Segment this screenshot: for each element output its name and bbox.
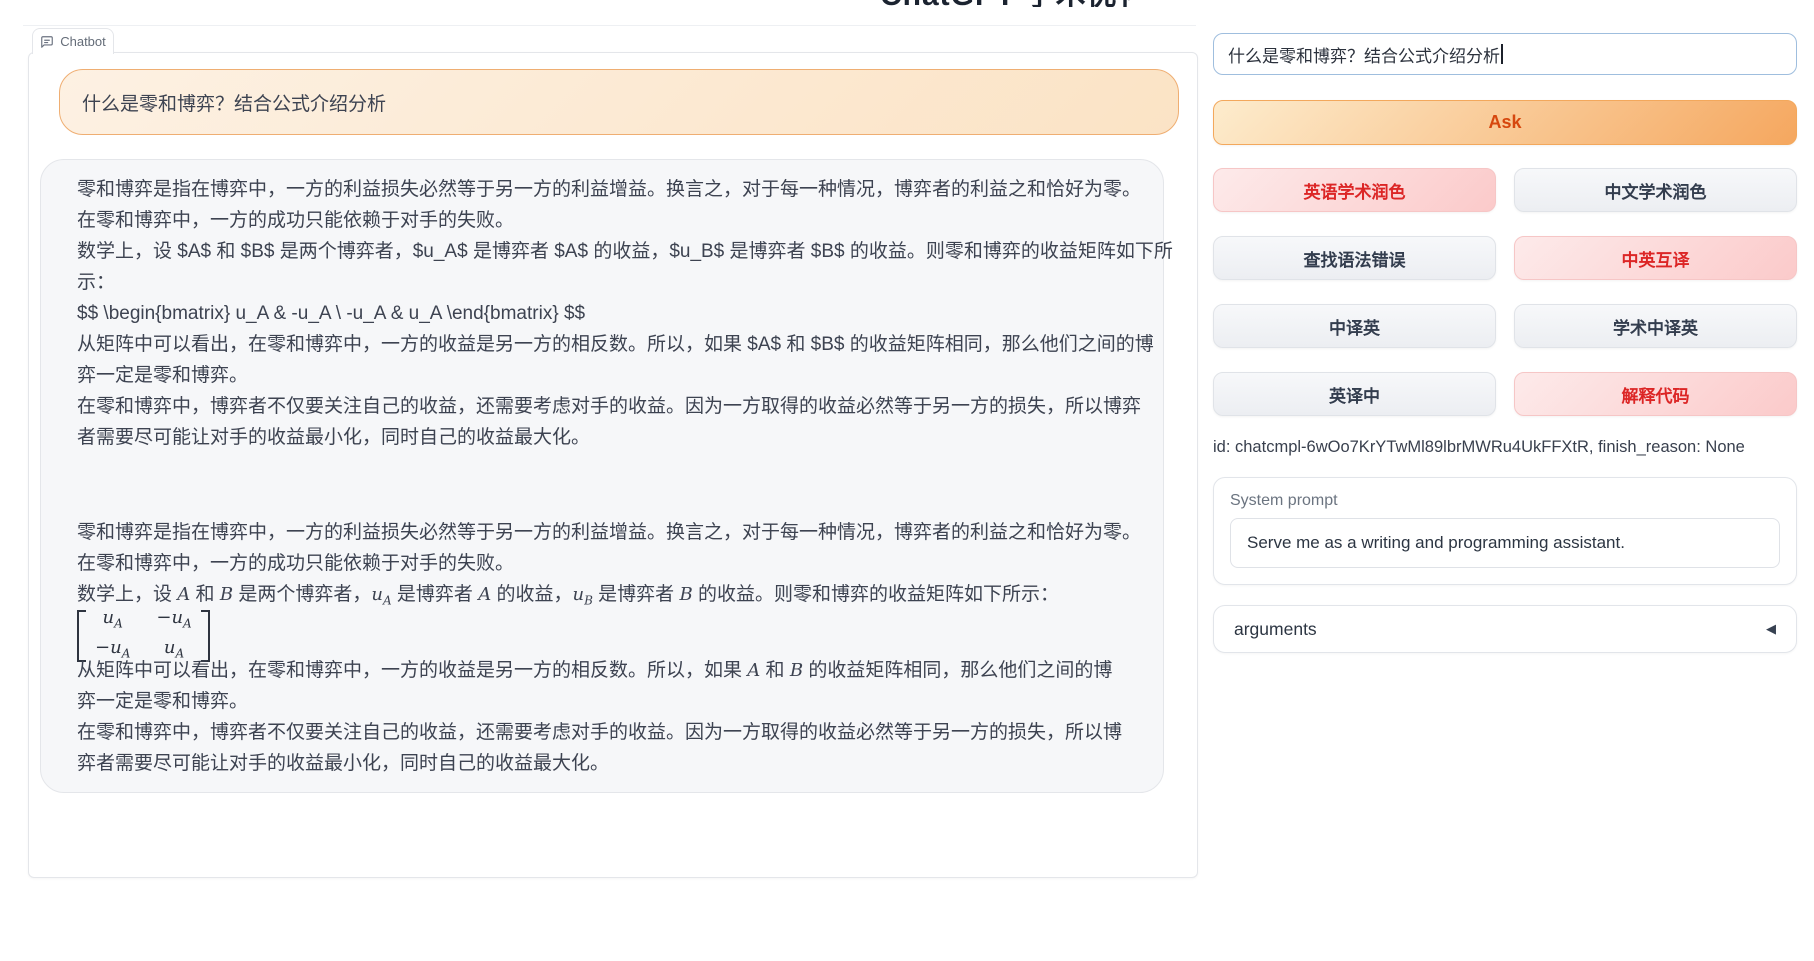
text-caret — [1501, 44, 1503, 64]
question-input[interactable]: 什么是零和博弈？结合公式介绍分析 — [1213, 33, 1797, 75]
app-root: ChatGPT 学术优化 Chatbot 什么是零和博弈？结合公式介绍分析 零和… — [0, 0, 1814, 961]
system-prompt-group: System prompt Serve me as a writing and … — [1213, 477, 1797, 585]
bot-message-line: 在零和博弈中，博弈者不仅要关注自己的收益，还需要考虑对手的收益。因为一方取得的收… — [77, 391, 1127, 422]
accordion-label: arguments — [1234, 619, 1317, 640]
matrix-cell: −uA — [156, 606, 191, 636]
bot-message-line: 零和博弈是指在博弈中，一方的利益损失必然等于另一方的利益增益。换言之，对于每一种… — [77, 517, 1127, 548]
bot-final-paragraph: 在零和博弈中，博弈者不仅要关注自己的收益，还需要考虑对手的收益。因为一方取得的收… — [77, 717, 1127, 779]
quick-action-grid: 英语学术润色 中文学术润色 查找语法错误 中英互译 中译英 学术中译英 英译中 … — [1213, 168, 1797, 416]
bot-message-line: $$ \begin{bmatrix} u_A & -u_A \ -u_A & u… — [77, 298, 1127, 329]
bot-raw-markdown-block: 零和博弈是指在博弈中，一方的利益损失必然等于另一方的利益增益。换言之，对于每一种… — [77, 174, 1127, 453]
matrix-cell: uA — [95, 606, 130, 636]
quick-button-find-grammar-errors[interactable]: 查找语法错误 — [1213, 236, 1496, 280]
arguments-accordion[interactable]: arguments ◀ — [1213, 605, 1797, 653]
bot-conclusion-paragraph: 从矩阵中可以看出，在零和博弈中，一方的收益是另一方的相反数。所以，如果 A 和 … — [77, 655, 1127, 717]
matrix-left-bracket — [77, 610, 86, 662]
chat-bubble-icon — [40, 35, 54, 49]
chatbot-label: Chatbot — [60, 34, 106, 49]
system-prompt-label: System prompt — [1230, 492, 1780, 510]
question-input-value: 什么是零和博弈？结合公式介绍分析 — [1228, 42, 1500, 67]
bot-message-line: 者需要尽可能让对手的收益最小化，同时自己的收益最大化。 — [77, 422, 1127, 453]
control-column: 什么是零和博弈？结合公式介绍分析 Ask 英语学术润色 中文学术润色 查找语法错… — [1213, 33, 1797, 653]
quick-button-explain-code[interactable]: 解释代码 — [1514, 372, 1797, 416]
chatbot-label-tab: Chatbot — [32, 28, 114, 54]
page-title: ChatGPT 学术优化 — [880, 0, 1130, 7]
status-line: id: chatcmpl-6wOo7KrYTwMl89lbrMWRu4UkFFX… — [1213, 438, 1797, 457]
bot-math-intro-line: 数学上，设 A 和 B 是两个博弈者，uA 是博弈者 A 的收益，uB 是博弈者… — [77, 579, 1127, 617]
bot-message-line: 数学上，设 $A$ 和 $B$ 是两个博弈者，$u_A$ 是博弈者 $A$ 的收… — [77, 236, 1127, 267]
quick-button-english-polish[interactable]: 英语学术润色 — [1213, 168, 1496, 212]
bot-message-line: 从矩阵中可以看出，在零和博弈中，一方的收益是另一方的相反数。所以，如果 $A$ … — [77, 329, 1127, 360]
quick-button-chinese-polish[interactable]: 中文学术润色 — [1514, 168, 1797, 212]
payoff-matrix: uA−uA−uAuA — [77, 617, 1127, 655]
ask-button[interactable]: Ask — [1213, 100, 1797, 145]
quick-button-zh-to-en[interactable]: 中译英 — [1213, 304, 1496, 348]
system-prompt-input[interactable]: Serve me as a writing and programming as… — [1230, 518, 1780, 568]
bot-message-line: 在零和博弈中，一方的成功只能依赖于对手的失败。 — [77, 205, 1127, 236]
left-column-top-border — [23, 25, 1196, 26]
quick-button-academic-zh-to-en[interactable]: 学术中译英 — [1514, 304, 1797, 348]
page-title-clipped: ChatGPT 学术优化 — [880, 0, 1130, 7]
bot-message-line: 零和博弈是指在博弈中，一方的利益损失必然等于另一方的利益增益。换言之，对于每一种… — [77, 174, 1127, 205]
matrix-right-bracket — [201, 610, 210, 662]
quick-button-zh-en-mutual-translate[interactable]: 中英互译 — [1514, 236, 1797, 280]
bot-message-line: 在零和博弈中，一方的成功只能依赖于对手的失败。 — [77, 548, 1127, 579]
user-message-bubble: 什么是零和博弈？结合公式介绍分析 — [59, 69, 1179, 135]
bmatrix: uA−uA−uAuA — [77, 610, 210, 662]
bot-message-bubble: 零和博弈是指在博弈中，一方的利益损失必然等于另一方的利益增益。换言之，对于每一种… — [40, 159, 1164, 793]
chatbot-panel: 什么是零和博弈？结合公式介绍分析 零和博弈是指在博弈中，一方的利益损失必然等于另… — [28, 52, 1198, 878]
bot-message-line: 示： — [77, 267, 1127, 298]
user-message-text: 什么是零和博弈？结合公式介绍分析 — [82, 89, 386, 116]
bot-rendered-intro: 零和博弈是指在博弈中，一方的利益损失必然等于另一方的利益增益。换言之，对于每一种… — [77, 517, 1127, 579]
quick-button-en-to-zh[interactable]: 英译中 — [1213, 372, 1496, 416]
accordion-collapse-icon: ◀ — [1766, 621, 1776, 637]
bot-rendered-block: 零和博弈是指在博弈中，一方的利益损失必然等于另一方的利益增益。换言之，对于每一种… — [77, 517, 1127, 779]
matrix-entries: uA−uA−uAuA — [86, 610, 201, 662]
bot-message-line: 弈一定是零和博弈。 — [77, 360, 1127, 391]
